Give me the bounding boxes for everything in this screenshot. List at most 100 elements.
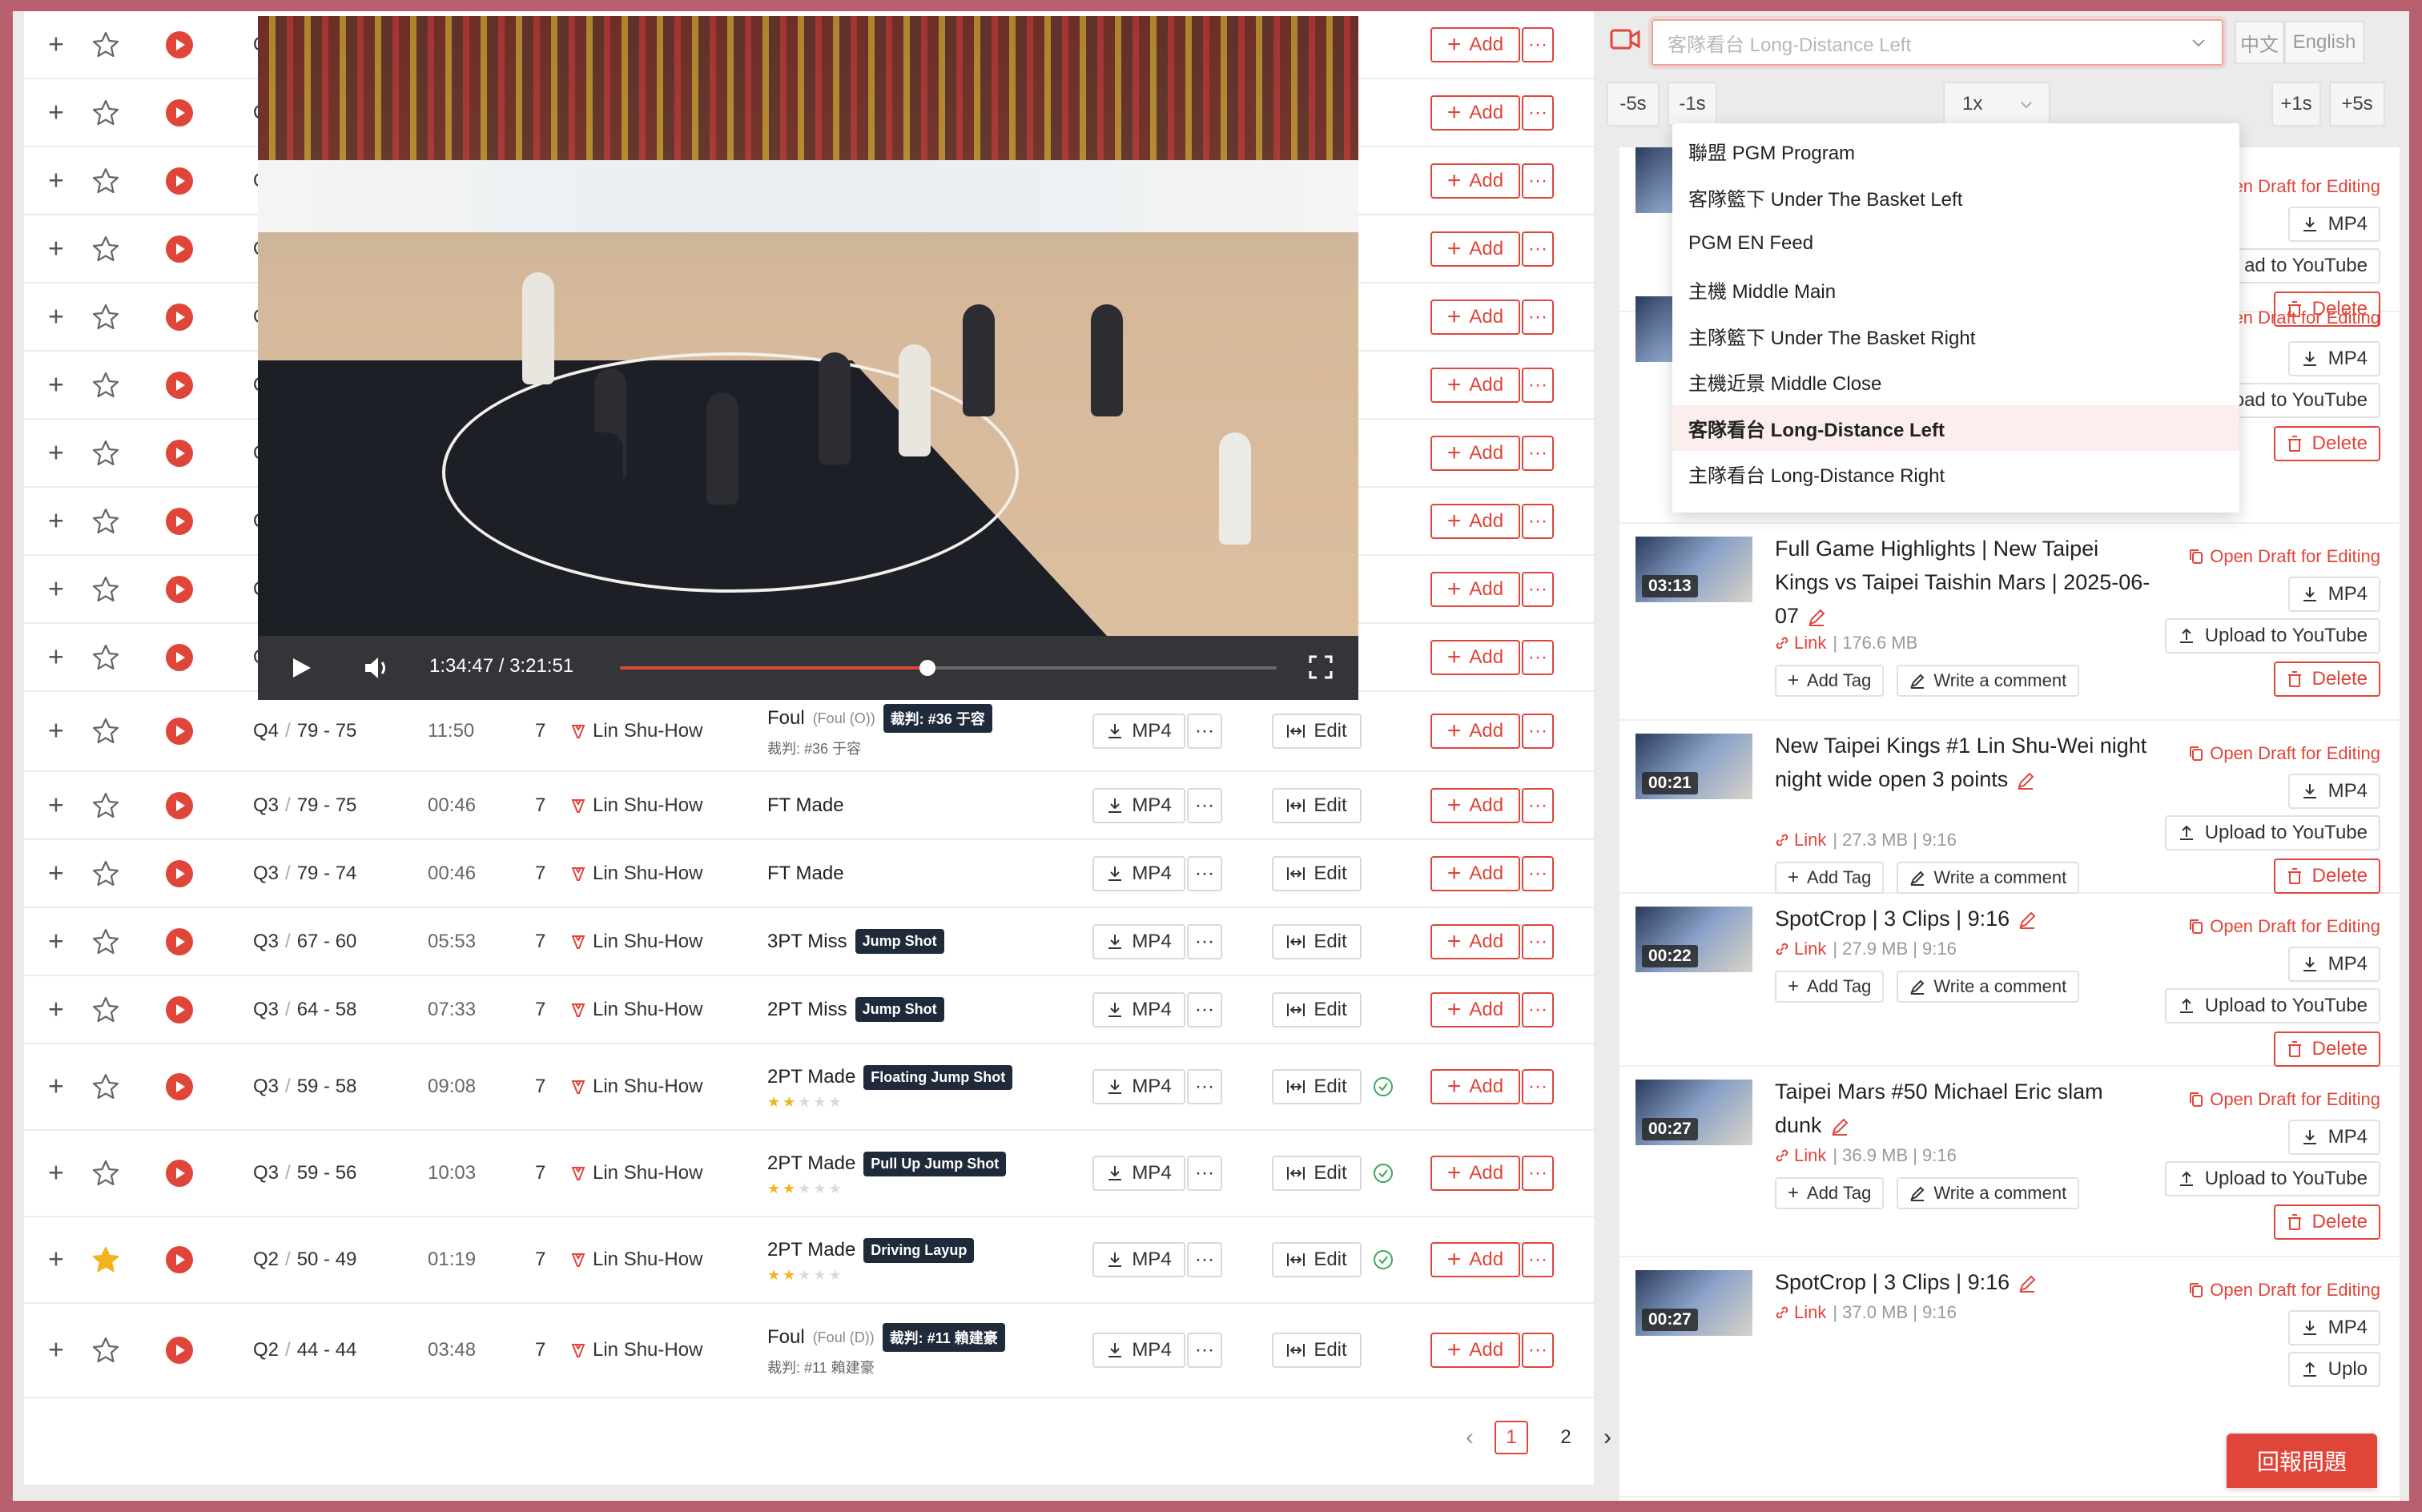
add-button[interactable]: + Add: [1430, 787, 1520, 823]
pencil-icon[interactable]: [1807, 608, 1826, 627]
expand-icon[interactable]: +: [48, 233, 64, 264]
more-button[interactable]: ···: [1187, 787, 1222, 823]
camera-option[interactable]: 聯盟 PGM Program: [1672, 128, 2239, 175]
page-1[interactable]: 1: [1495, 1421, 1528, 1454]
expand-icon[interactable]: +: [48, 1072, 64, 1103]
add-button[interactable]: + Add: [1430, 299, 1520, 335]
play-clip-icon[interactable]: [165, 99, 194, 127]
upload-youtube-button[interactable]: Upload to YouTube: [2164, 988, 2380, 1023]
expand-icon[interactable]: +: [48, 97, 64, 128]
clip-link[interactable]: Link: [1775, 1302, 1826, 1323]
clip-link[interactable]: Link: [1775, 939, 1826, 959]
add-button[interactable]: + Add: [1430, 1333, 1520, 1368]
clip-thumbnail[interactable]: 03:13: [1635, 537, 1752, 602]
edit-button[interactable]: Edit: [1272, 855, 1362, 891]
open-draft-link[interactable]: Open Draft for Editing: [2189, 1280, 2380, 1301]
expand-icon[interactable]: +: [48, 1245, 64, 1276]
mp4-button[interactable]: MP4: [1092, 1242, 1185, 1277]
camera-option[interactable]: 主隊籃下 Under The Basket Right: [1672, 312, 2239, 359]
upload-youtube-button[interactable]: Upload to YouTube: [2164, 618, 2380, 653]
add-button[interactable]: + Add: [1430, 435, 1520, 471]
more-button[interactable]: ···: [1522, 991, 1554, 1027]
add-button[interactable]: + Add: [1430, 855, 1520, 891]
clip-thumbnail[interactable]: 00:27: [1635, 1080, 1752, 1145]
mp4-button[interactable]: MP4: [1092, 1069, 1185, 1104]
more-button[interactable]: ···: [1522, 163, 1554, 199]
add-tag-button[interactable]: +Add Tag: [1775, 1177, 1885, 1209]
star-icon[interactable]: [91, 1072, 120, 1101]
clip-mp4-button[interactable]: MP4: [2287, 341, 2380, 376]
clip-mp4-button[interactable]: MP4: [2287, 774, 2380, 809]
expand-icon[interactable]: +: [48, 29, 64, 60]
expand-icon[interactable]: +: [48, 716, 64, 747]
star-icon[interactable]: [91, 995, 120, 1024]
star-icon[interactable]: [91, 1159, 120, 1188]
open-draft-link[interactable]: Open Draft for Editing: [2189, 916, 2380, 937]
mp4-button[interactable]: MP4: [1092, 1156, 1185, 1191]
rating-star-icon[interactable]: ★: [813, 1181, 826, 1196]
add-button[interactable]: + Add: [1430, 163, 1520, 199]
add-button[interactable]: + Add: [1430, 1156, 1520, 1191]
more-button[interactable]: ···: [1187, 1156, 1222, 1191]
clip-mp4-button[interactable]: MP4: [2287, 207, 2380, 242]
edit-button[interactable]: Edit: [1272, 787, 1362, 823]
lang-zh-button[interactable]: 中文: [2235, 21, 2284, 64]
add-button[interactable]: + Add: [1430, 571, 1520, 607]
expand-icon[interactable]: +: [48, 858, 64, 889]
star-icon[interactable]: [91, 859, 120, 888]
seek-minus-1-button[interactable]: -1s: [1668, 82, 1717, 127]
mp4-button[interactable]: MP4: [1092, 991, 1185, 1027]
play-clip-icon[interactable]: [165, 717, 194, 746]
delete-button[interactable]: Delete: [2273, 1031, 2380, 1067]
upload-youtube-button[interactable]: Uplo: [2287, 1352, 2380, 1387]
play-clip-icon[interactable]: [165, 303, 194, 332]
play-clip-icon[interactable]: [165, 235, 194, 263]
upload-youtube-button[interactable]: Upload to YouTube: [2164, 1161, 2380, 1196]
add-button[interactable]: + Add: [1430, 639, 1520, 675]
more-button[interactable]: ···: [1187, 991, 1222, 1027]
expand-icon[interactable]: +: [48, 301, 64, 332]
write-comment-button[interactable]: Write a comment: [1897, 665, 2080, 697]
expand-icon[interactable]: +: [48, 437, 64, 468]
seek-plus-5-button[interactable]: +5s: [2329, 82, 2385, 127]
expand-icon[interactable]: +: [48, 505, 64, 537]
edit-button[interactable]: Edit: [1272, 1333, 1362, 1368]
expand-icon[interactable]: +: [48, 641, 64, 673]
play-clip-icon[interactable]: [165, 859, 194, 888]
pencil-icon[interactable]: [2016, 771, 2035, 790]
star-icon[interactable]: [91, 439, 120, 468]
star-icon[interactable]: [91, 507, 120, 536]
volume-icon[interactable]: [364, 655, 391, 681]
more-button[interactable]: ···: [1522, 714, 1554, 749]
mp4-button[interactable]: MP4: [1092, 787, 1185, 823]
more-button[interactable]: ···: [1187, 923, 1222, 959]
star-icon[interactable]: [91, 303, 120, 332]
more-button[interactable]: ···: [1187, 855, 1222, 891]
clip-thumbnail[interactable]: 00:27: [1635, 1270, 1752, 1336]
more-button[interactable]: ···: [1522, 1156, 1554, 1191]
clip-thumbnail[interactable]: 00:21: [1635, 734, 1752, 799]
pencil-icon[interactable]: [1830, 1117, 1849, 1136]
expand-icon[interactable]: +: [48, 1335, 64, 1366]
star-icon[interactable]: [91, 1336, 120, 1365]
more-button[interactable]: ···: [1522, 26, 1554, 62]
rating[interactable]: ★ ★ ★ ★ ★: [767, 1268, 974, 1282]
camera-option[interactable]: 主機 Middle Main: [1672, 267, 2239, 313]
rating-star-icon[interactable]: ★: [813, 1095, 826, 1109]
rating[interactable]: ★ ★ ★ ★ ★: [767, 1181, 1006, 1196]
star-icon[interactable]: [91, 575, 120, 604]
expand-icon[interactable]: +: [48, 165, 64, 196]
star-filled-icon[interactable]: [91, 1245, 120, 1274]
rating-star-icon[interactable]: ★: [783, 1095, 795, 1109]
add-button[interactable]: + Add: [1430, 714, 1520, 749]
play-clip-icon[interactable]: [165, 643, 194, 672]
write-comment-button[interactable]: Write a comment: [1897, 862, 2080, 894]
more-button[interactable]: ···: [1522, 503, 1554, 539]
delete-button[interactable]: Delete: [2273, 1204, 2380, 1240]
more-button[interactable]: ···: [1522, 299, 1554, 335]
more-button[interactable]: ···: [1522, 435, 1554, 471]
rating-star-icon[interactable]: ★: [783, 1268, 795, 1282]
expand-icon[interactable]: +: [48, 573, 64, 605]
rating-star-icon[interactable]: ★: [767, 1181, 780, 1196]
lang-en-button[interactable]: English: [2284, 21, 2364, 64]
